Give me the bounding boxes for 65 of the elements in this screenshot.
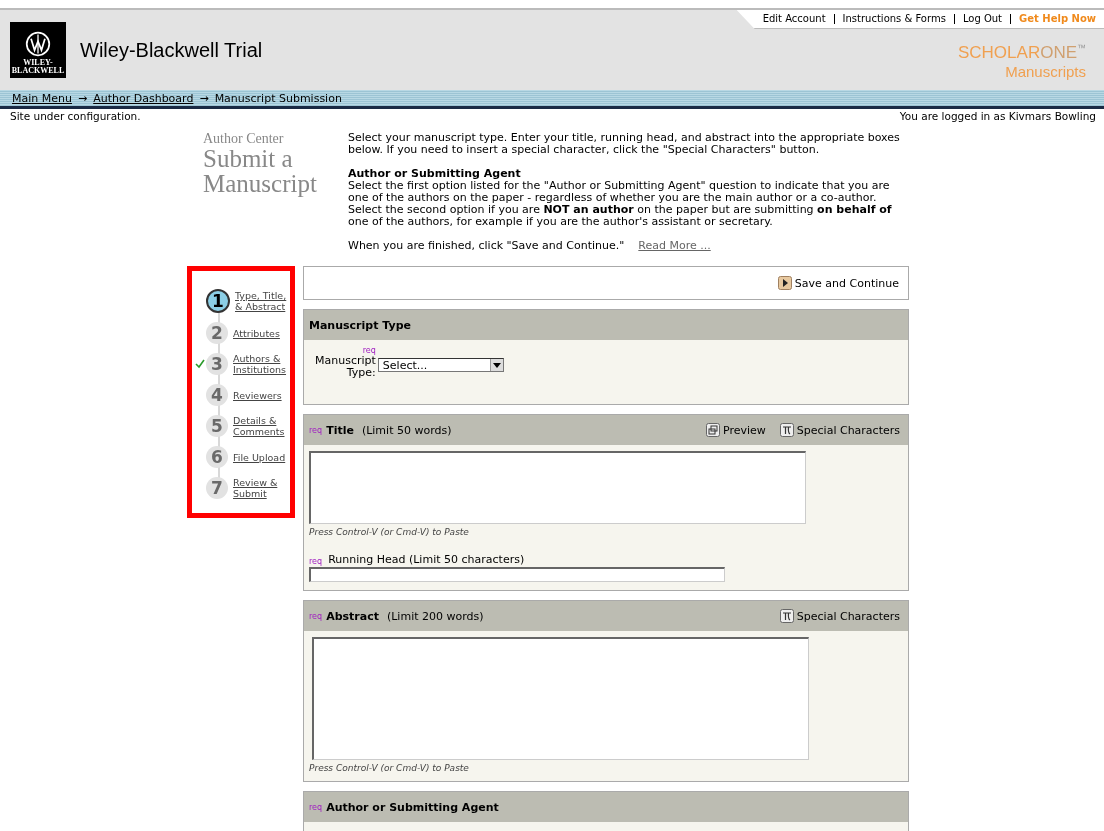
save-continue-button[interactable]: Save and Continue (777, 276, 899, 290)
field-label: Manuscript Type: (315, 355, 376, 379)
action-link[interactable]: Special Characters (779, 423, 900, 437)
instruction-text: Select your manuscript type. Enter your title, running head, and abstract into the appropriate boxes below. If you need to insert a special character, click the "Special Characters" button. (348, 132, 901, 156)
instruction-heading: Author or Submitting Agent (348, 168, 522, 180)
step-link[interactable]: Type, Title, & Abstract (235, 290, 287, 312)
step-number: 4 (206, 384, 228, 406)
panel-title: Abstract (326, 609, 379, 623)
required-marker: req (309, 557, 323, 566)
paste-hint: Press Control-V (or Cmd-V) to Paste (309, 763, 470, 773)
step-link[interactable]: Details & Comments (233, 415, 285, 437)
step-link[interactable]: Review & Submit (233, 477, 278, 499)
top-link[interactable]: Instructions & Forms (842, 13, 946, 24)
read-more-link[interactable]: Read More ... (638, 240, 711, 252)
step-number: 6 (206, 446, 228, 468)
paste-hint: Press Control-V (or Cmd-V) to Paste (309, 527, 470, 537)
instruction-text: Select the first option listed for the "Author or Submitting Agent" question to indicate that you are one of the authors on the paper - regardless of whether you are the main author or a co-author. Select the second option if you are NOT an author on the paper but are submitting on behalf of one of the authors, for example if you are the author's assistant or secretary. (348, 180, 893, 228)
pi-symbol-icon (779, 423, 794, 437)
required-marker: req (309, 802, 323, 812)
text-area[interactable] (309, 451, 806, 524)
top-link[interactable]: Edit Account (762, 13, 826, 24)
step-link[interactable]: Reviewers (233, 389, 282, 401)
page-title: Submit a (203, 146, 294, 171)
breadcrumb-current: Manuscript Submission (214, 91, 342, 105)
manuscript-type-select[interactable]: Select... (377, 358, 504, 372)
step-number: 7 (206, 477, 228, 499)
action-link[interactable]: Special Characters (779, 609, 900, 623)
pi-symbol-icon (779, 609, 794, 623)
logo-emblem-icon (25, 31, 51, 57)
status-text: Site under configuration. (10, 110, 141, 122)
page-title: Manuscript (203, 171, 318, 196)
step-link[interactable]: Attributes (233, 327, 280, 339)
section-kicker: Author Center (203, 132, 285, 146)
logo-text: BLACKWELL (11, 67, 65, 75)
login-text: You are logged in as Kivmars Bowling (899, 110, 1096, 122)
breadcrumb-link[interactable]: Main Menu (12, 91, 72, 105)
step-number: 2 (206, 322, 228, 344)
play-icon (777, 276, 792, 290)
running-head-field[interactable] (309, 567, 725, 582)
preview-icon (706, 423, 720, 437)
required-marker: req (309, 425, 323, 435)
logo-text: WILEY- (23, 59, 53, 67)
required-marker: req (309, 611, 323, 621)
top-link[interactable]: Log Out (962, 13, 1003, 24)
instruction-text: When you are finished, click "Save and Continue." (348, 240, 625, 252)
scholarone-logo: SCHOLARONE$^{™}$ Manuscripts (957, 41, 1086, 81)
field-label: Running Head (Limit 50 characters) (328, 553, 525, 566)
panel-title: Title (326, 423, 354, 437)
arrow-icon: → (199, 91, 209, 105)
limit-text: (Limit 200 words) (386, 609, 484, 623)
arrow-icon: → (77, 91, 88, 105)
limit-text: (Limit 50 words) (361, 423, 452, 437)
panel-title: Manuscript Type (309, 318, 411, 332)
dropdown-arrow-icon (489, 359, 503, 371)
action-link[interactable]: Preview (706, 423, 766, 437)
required-marker: req (362, 346, 376, 355)
site-title: Wiley-Blackwell Trial (80, 38, 264, 62)
step-number: 1 (206, 289, 230, 313)
step-number: 3 (206, 353, 228, 375)
panel-title: Author or Submitting Agent (326, 800, 499, 814)
step-link[interactable]: Authors & Institutions (233, 353, 287, 375)
step-number: 5 (206, 415, 228, 437)
breadcrumb-link[interactable]: Author Dashboard (93, 91, 194, 105)
text-area[interactable] (312, 637, 809, 760)
step-link[interactable]: File Upload (233, 451, 286, 463)
